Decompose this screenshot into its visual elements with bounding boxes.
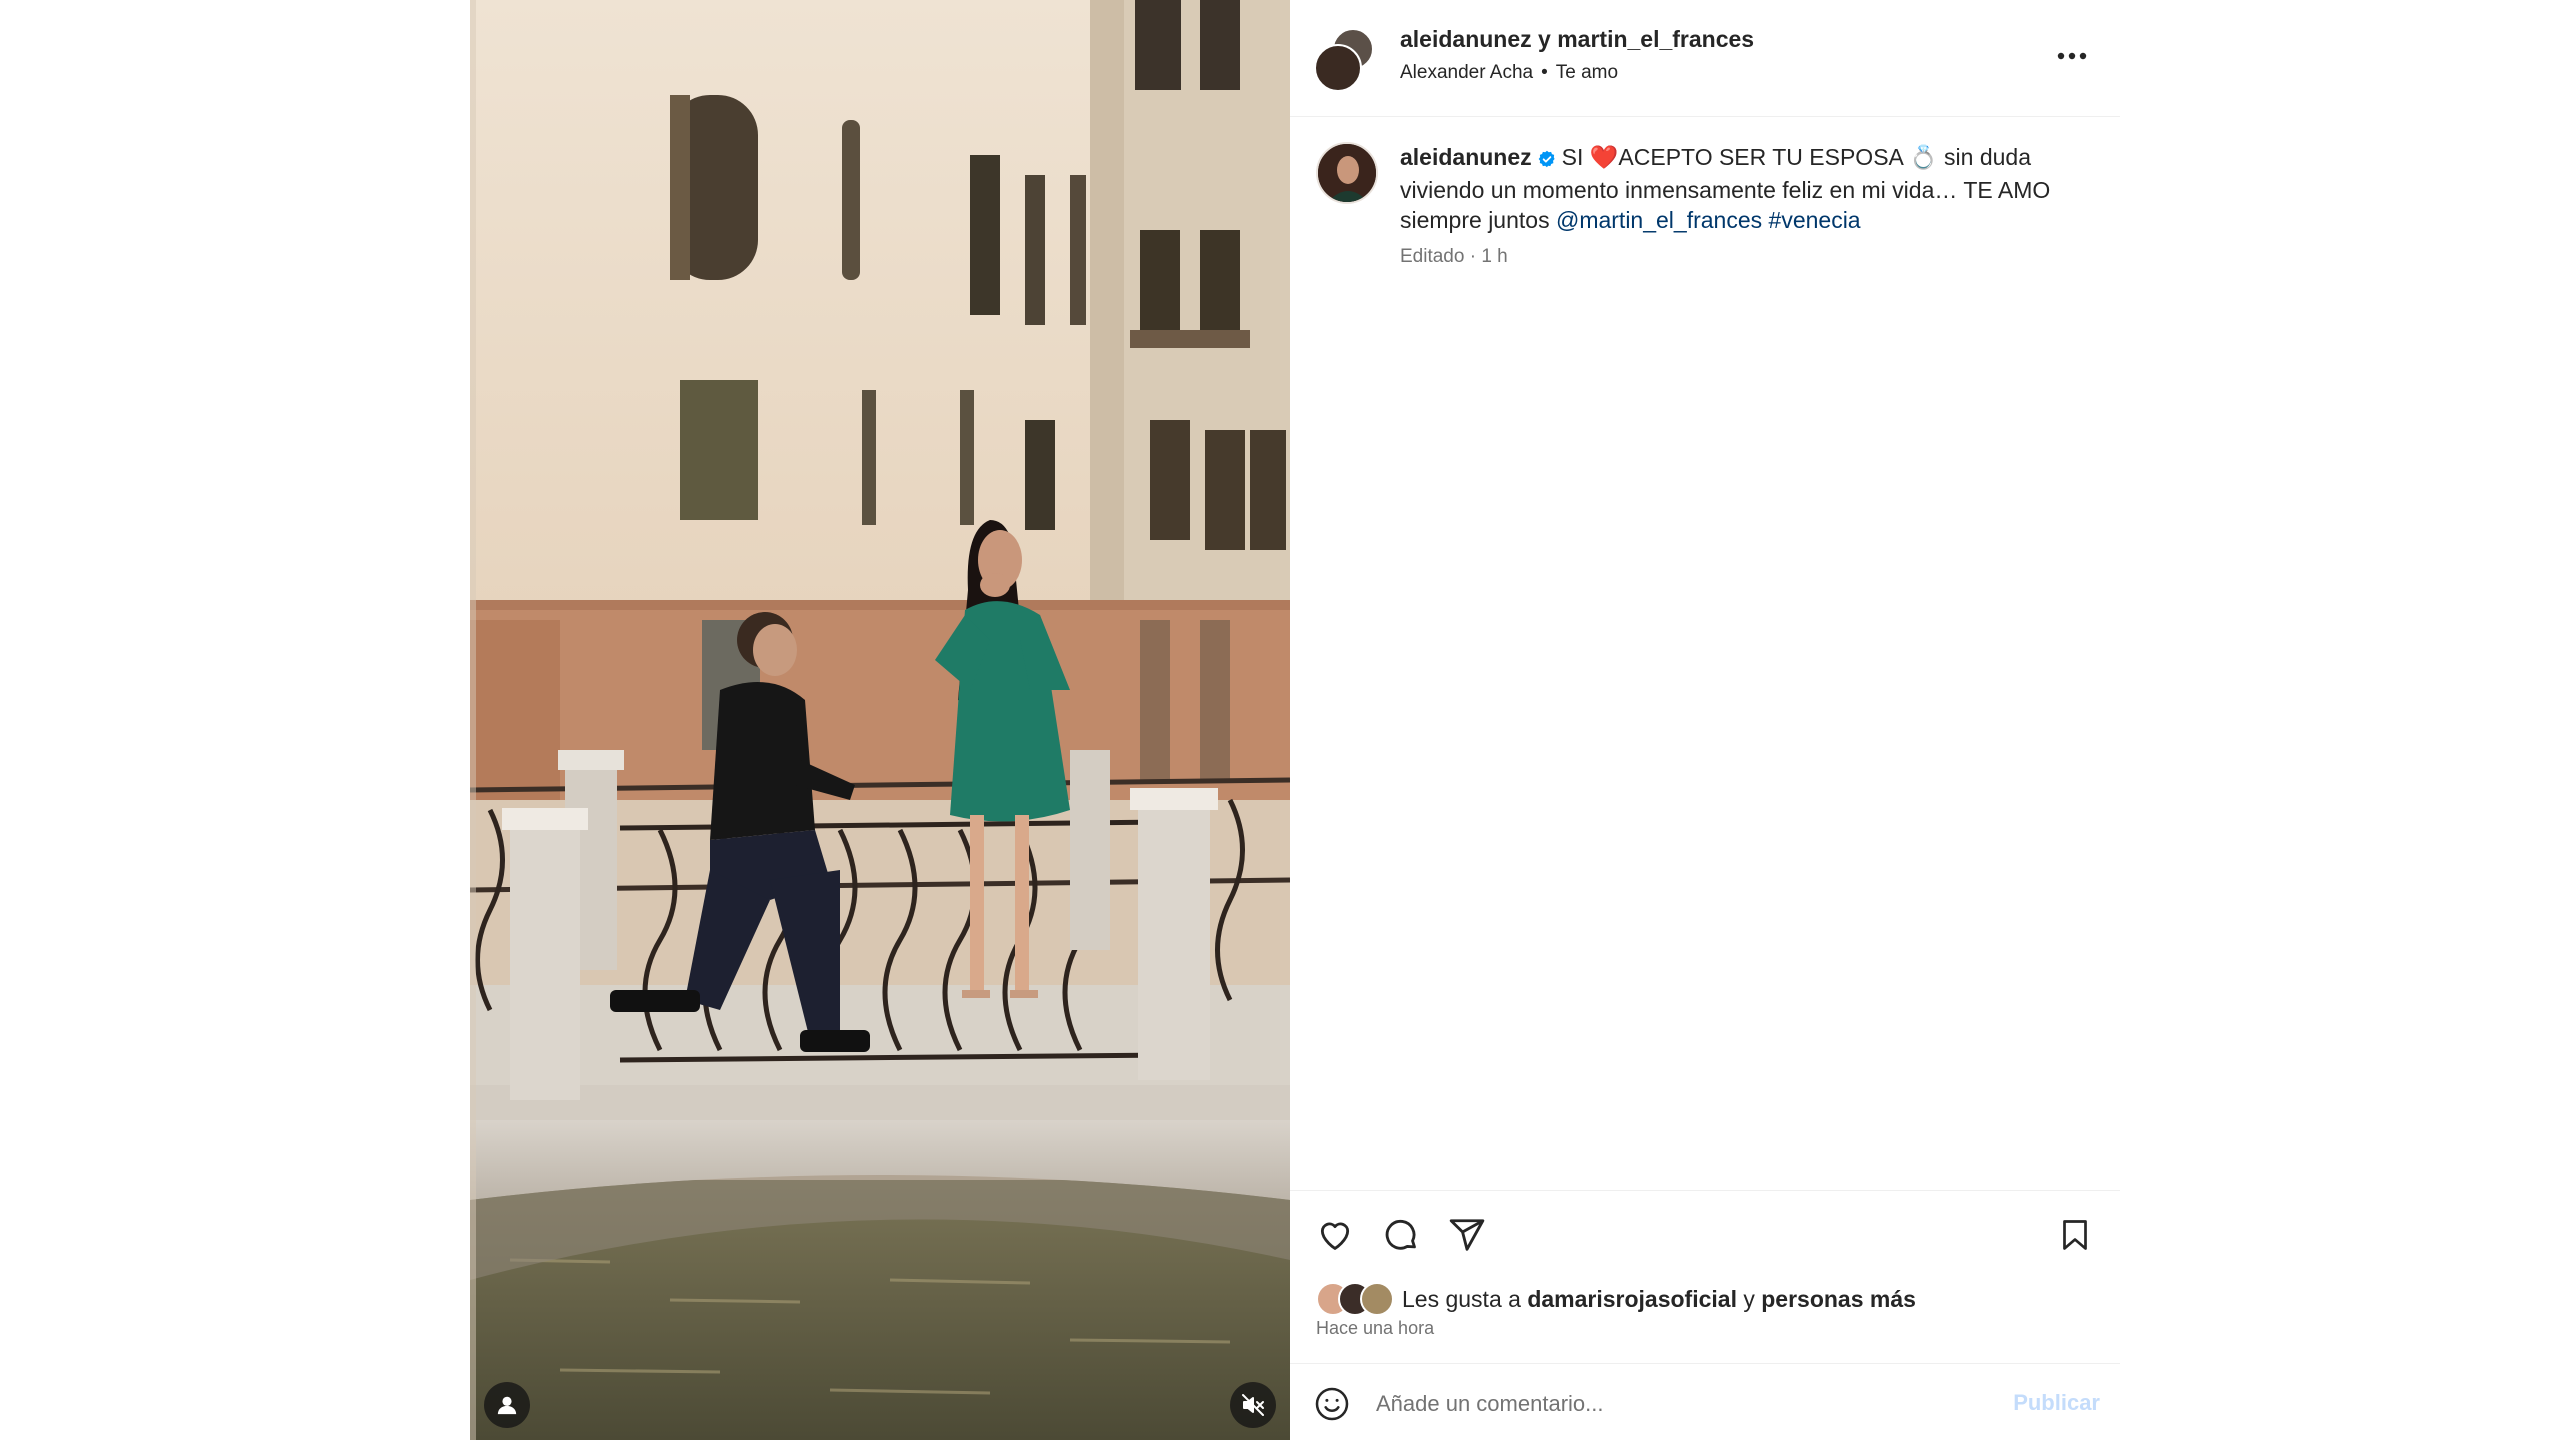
caption-text: ACEPTO SER TU ESPOSA: [1618, 144, 1903, 170]
heart-icon: [1320, 1222, 1350, 1250]
hashtag-link[interactable]: #venecia: [1769, 207, 1861, 233]
emoji-picker-button[interactable]: [1310, 1382, 1354, 1426]
bookmark-icon: [2063, 1220, 2087, 1250]
post-details-panel: aleidanunez y martin_el_frances Alexande…: [1290, 0, 2120, 1440]
collab-avatars[interactable]: [1314, 28, 1374, 92]
heart-emoji: ❤️: [1589, 144, 1619, 170]
post-photo: [470, 0, 1290, 1440]
post-media[interactable]: [470, 0, 1290, 1440]
comment-bubble-icon: [1385, 1219, 1416, 1250]
audio-artist[interactable]: Alexander Acha: [1400, 62, 1533, 83]
caption-text: SI: [1561, 144, 1584, 170]
comment-composer: Publicar: [1310, 1378, 2100, 1430]
audio-track[interactable]: Te amo: [1556, 62, 1618, 83]
caption-username[interactable]: aleidanunez: [1400, 144, 1532, 170]
avatar: [1360, 1282, 1394, 1316]
divider: [1290, 1190, 2120, 1191]
smiley-icon: [1315, 1387, 1349, 1421]
tagged-users-button[interactable]: [484, 1382, 530, 1428]
like-button[interactable]: [1310, 1210, 1360, 1260]
mention-link[interactable]: @martin_el_frances: [1556, 207, 1762, 233]
likes-joiner: y: [1743, 1286, 1755, 1312]
comment-input[interactable]: [1376, 1384, 1976, 1424]
paper-plane-icon: [1449, 1219, 1485, 1251]
ring-emoji: 💍: [1909, 144, 1938, 170]
likes-prefix: Les gusta a: [1402, 1286, 1521, 1312]
mute-toggle-button[interactable]: [1230, 1382, 1276, 1428]
comment-button[interactable]: [1376, 1210, 1426, 1260]
more-options-button[interactable]: [2050, 36, 2094, 76]
avatar[interactable]: [1316, 142, 1378, 204]
save-button[interactable]: [2050, 1210, 2100, 1260]
avatar[interactable]: [1314, 44, 1362, 92]
post-timestamp[interactable]: Hace una hora: [1316, 1318, 1434, 1339]
profile-photo: [1318, 144, 1376, 202]
divider: [1290, 1363, 2120, 1364]
person-icon: [497, 1396, 517, 1415]
action-bar: [1310, 1210, 2100, 1262]
verified-badge-icon: [1538, 145, 1556, 175]
separator: •: [1541, 62, 1548, 83]
speaker-muted-icon: [1242, 1394, 1264, 1416]
publish-button[interactable]: Publicar: [2013, 1390, 2100, 1416]
post-authors[interactable]: aleidanunez y martin_el_frances: [1400, 26, 1754, 53]
caption-meta: Editado · 1 h: [1400, 246, 1508, 267]
likes-summary[interactable]: Les gusta a damarisrojasoficial y person…: [1316, 1280, 2096, 1316]
more-horizontal-icon: [2057, 52, 2087, 60]
likes-text: Les gusta a damarisrojasoficial y person…: [1402, 1286, 1916, 1313]
post-header: aleidanunez y martin_el_frances Alexande…: [1290, 0, 2120, 117]
post-caption: aleidanunez SI ❤️ACEPTO SER TU ESPOSA 💍 s…: [1400, 142, 2060, 235]
others-link[interactable]: personas más: [1761, 1286, 1916, 1312]
audio-info[interactable]: Alexander Acha • Te amo: [1400, 62, 1618, 84]
share-button[interactable]: [1442, 1210, 1492, 1260]
liker-username[interactable]: damarisrojasoficial: [1527, 1286, 1737, 1312]
